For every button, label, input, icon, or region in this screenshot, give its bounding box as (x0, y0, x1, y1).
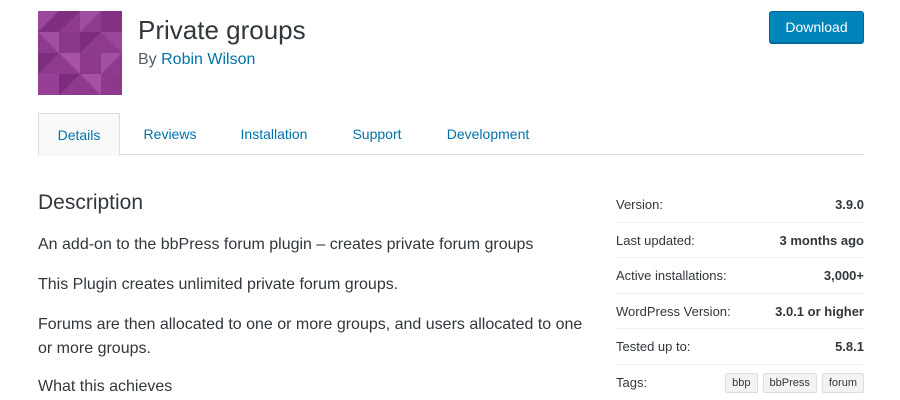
tag-forum[interactable]: forum (821, 373, 864, 393)
plugin-meta: Version: 3.9.0 Last updated: 3 months ag… (616, 187, 864, 400)
tab-reviews[interactable]: Reviews (130, 113, 210, 155)
meta-value: 3 months ago (779, 232, 864, 248)
plugin-banner-icon (38, 11, 122, 95)
description-paragraph: This Plugin creates unlimited private fo… (38, 276, 399, 293)
meta-value: 5.8.1 (835, 339, 864, 354)
meta-row-version: Version: 3.9.0 (616, 187, 864, 223)
meta-row-tested-up-to: Tested up to: 5.8.1 (616, 329, 864, 365)
tab-installation[interactable]: Installation (226, 113, 322, 155)
plugin-author: By Robin Wilson (138, 50, 255, 70)
meta-value: 3.9.0 (835, 197, 864, 212)
meta-value: 3.0.1 or higher (775, 303, 864, 319)
author-prefix: By (138, 51, 157, 68)
tab-development[interactable]: Development (436, 113, 540, 155)
tag-list: bbp bbPress forum (725, 373, 864, 393)
meta-row-wordpress-version: WordPress Version: 3.0.1 or higher (616, 294, 864, 329)
tag-bbpress[interactable]: bbPress (762, 373, 817, 393)
meta-row-last-updated: Last updated: 3 months ago (616, 223, 864, 258)
plugin-tabs: Details Reviews Installation Support Dev… (38, 113, 864, 156)
description-heading: Description (38, 191, 144, 214)
meta-label: Active installations: (616, 268, 727, 283)
meta-row-active-installations: Active installations: 3,000+ (616, 258, 864, 294)
meta-label: Tested up to: (616, 339, 691, 354)
author-link[interactable]: Robin Wilson (161, 51, 255, 68)
tag-bbp[interactable]: bbp (725, 373, 758, 393)
meta-value: 3,000+ (823, 268, 864, 283)
plugin-title: Private groups (138, 15, 306, 45)
download-button[interactable]: Download (769, 11, 864, 43)
tab-support[interactable]: Support (342, 113, 412, 155)
description-paragraph: An add-on to the bbPress forum plugin – … (38, 236, 534, 253)
meta-label: Version: (616, 197, 663, 212)
tab-details[interactable]: Details (38, 113, 120, 156)
meta-label: Tags: (616, 374, 648, 390)
description-paragraph: Forums are then allocated to one or more… (38, 316, 583, 357)
description-paragraph: What this achieves (38, 378, 173, 395)
meta-label: Last updated: (616, 232, 695, 248)
meta-label: WordPress Version: (616, 303, 731, 319)
